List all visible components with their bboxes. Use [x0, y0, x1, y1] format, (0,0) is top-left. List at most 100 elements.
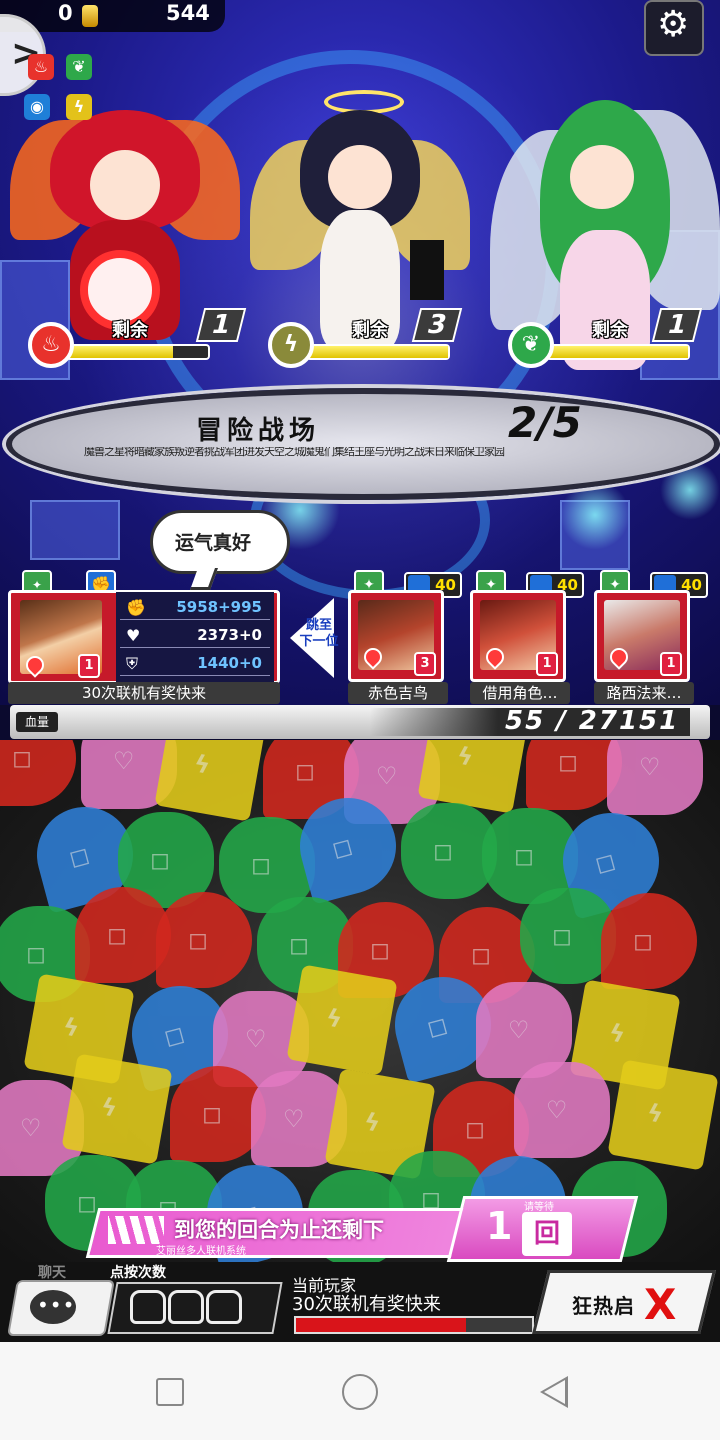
- pink-orb-glyph: ♡: [113, 747, 135, 775]
- green-orb-glyph: ◻: [251, 851, 271, 879]
- teammate-name: 赤色吉鸟: [348, 682, 448, 704]
- defense-value: 1440+0: [197, 654, 262, 672]
- boss-3-hp-fill: [548, 346, 688, 358]
- home-icon[interactable]: [342, 1374, 378, 1410]
- pink-orb-glyph: ♡: [245, 1025, 267, 1053]
- turn-banner-text: 到您的回合为止还剩下: [174, 1218, 384, 1242]
- pink-orb-glyph: ♡: [376, 762, 398, 790]
- leaf-icon: ❦: [66, 54, 92, 80]
- green-orb-glyph: ◻: [514, 842, 534, 870]
- blue-orb-glyph: ◻: [423, 1010, 451, 1043]
- shield-icon: ⛨: [126, 654, 139, 673]
- teammate-level-badge: 3: [414, 652, 436, 676]
- pink-orb-glyph: ♡: [283, 1105, 305, 1133]
- red-orb-glyph: ◻: [107, 921, 127, 949]
- remaining-count: 3: [411, 308, 463, 342]
- tap-hand-icon: [130, 1290, 166, 1324]
- pink-orb[interactable]: ♡: [607, 740, 703, 815]
- remaining-count: 1: [195, 308, 247, 342]
- leaf-icon: ❦: [508, 322, 554, 368]
- current-player-card[interactable]: ✦ ✊ 1 ✊ 5958+995 ♥ 2373+0 ⛨ 1440+0 30次联机…: [8, 570, 283, 704]
- blue-orb-glyph: ◻: [591, 846, 619, 879]
- yellow-orb-glyph: ϟ: [454, 741, 476, 772]
- lightning-icon: ϟ: [66, 94, 92, 120]
- red-orb-glyph: ◻: [370, 936, 390, 964]
- frenzy-label: 狂热启: [572, 1294, 635, 1318]
- timer-fill: [296, 1318, 466, 1332]
- blue-orb-glyph: ◻: [65, 840, 93, 873]
- boss-1-hp-bar: ♨ 剩余 1: [28, 308, 247, 368]
- stage-progress: 2/5: [508, 398, 582, 447]
- yellow-orb-glyph: ϟ: [191, 749, 213, 780]
- pink-orb-glyph: ♡: [639, 753, 661, 781]
- puzzle-board[interactable]: ◻ ♡ ϟ ◻ ♡ ϟ ◻ ♡ ◻ ◻ ◻ ◻ ◻ ◻ ◻ ◻ ◻ ◻ ◻ ◻ ◻ ◻ ◻ ϟ ◻ ♡ ϟ ◻ ♡ ϟ ♡ ϟ ◻ ♡ ϟ ◻ ♡ ϟ ◻ ◻…: [0, 740, 720, 1270]
- green-orb-glyph: ◻: [26, 940, 46, 968]
- turn-count: 1: [486, 1204, 513, 1248]
- lightning-icon: ϟ: [268, 322, 314, 368]
- pink-orb-glyph: ♡: [546, 1096, 568, 1124]
- yellow-orb-glyph: ϟ: [98, 1092, 120, 1123]
- bg-block: [30, 500, 120, 560]
- turn-unit: 回: [522, 1212, 572, 1256]
- red-orb[interactable]: ◻: [0, 740, 76, 806]
- current-player-timer-bar: [294, 1316, 534, 1334]
- red-orb[interactable]: ◻: [156, 892, 252, 988]
- stage-banner: [6, 388, 720, 500]
- green-orb-glyph: ◻: [552, 922, 572, 950]
- banner-stripes: [108, 1216, 164, 1244]
- player-name: 30次联机有奖快来: [8, 682, 280, 704]
- stage-title: 冒险战场: [196, 416, 321, 446]
- team-hp-label: 血量: [16, 712, 58, 732]
- red-orb[interactable]: ◻: [601, 893, 697, 989]
- green-orb-glyph: ◻: [289, 931, 309, 959]
- water-icon: ◉: [24, 94, 50, 120]
- green-orb-glyph: ◻: [150, 846, 170, 874]
- team-hp-value: 55 / 27151: [505, 706, 680, 736]
- yellow-orb-glyph: ϟ: [323, 1003, 345, 1034]
- pink-orb-glyph: ♡: [20, 1114, 42, 1142]
- yellow-orb[interactable]: ϟ: [154, 740, 266, 822]
- coin-count: 544: [166, 1, 210, 25]
- fire-icon: ♨: [28, 322, 74, 368]
- teammate-level-badge: 1: [660, 652, 682, 676]
- red-orb-glyph: ◻: [471, 941, 491, 969]
- coin-icon: [82, 5, 98, 27]
- yellow-orb-glyph: ϟ: [644, 1098, 666, 1129]
- teammate-card[interactable]: ✦ 40 1 路西法来…: [594, 570, 708, 704]
- teammate-level-badge: 1: [536, 652, 558, 676]
- stage-subtitle: 魔兽之星将暗藏家族叛逆者挑战军团进发天空之城魔鬼们集结王座与光明之战末日来临保卫…: [84, 447, 505, 458]
- yellow-orb[interactable]: ϟ: [61, 1053, 173, 1165]
- red-orb-glyph: ◻: [558, 748, 578, 776]
- gear-icon: ⚙: [657, 4, 690, 45]
- red-orb-glyph: ◻: [465, 1115, 485, 1143]
- settings-button[interactable]: ⚙: [644, 0, 704, 56]
- current-player-name: 30次联机有奖快来: [292, 1294, 441, 1315]
- skip-to-next-label: 跳至 下一位: [299, 618, 339, 649]
- green-orb-glyph: ◻: [77, 1189, 97, 1217]
- defense-row: ⛨ 1440+0: [120, 652, 270, 676]
- stamina-count: 0: [58, 1, 73, 25]
- teammate-card[interactable]: ✦ 40 1 借用角色…: [470, 570, 584, 704]
- remaining-count: 1: [651, 308, 703, 342]
- red-orb-glyph: ◻: [295, 757, 315, 785]
- red-orb-glyph: ◻: [12, 744, 32, 772]
- tap-count-label: 点按次数: [110, 1265, 166, 1281]
- red-orb-glyph: ◻: [188, 926, 208, 954]
- yellow-orb[interactable]: ϟ: [286, 964, 398, 1076]
- tap-hand-icon: [168, 1290, 204, 1324]
- yellow-orb[interactable]: ϟ: [607, 1059, 719, 1171]
- chat-bubble-icon: •••: [30, 1290, 76, 1324]
- blue-orb-glyph: ◻: [328, 831, 356, 864]
- recent-apps-icon[interactable]: [156, 1378, 184, 1406]
- heart-icon: ♥: [126, 626, 141, 645]
- speech-bubble-text: 运气真好: [175, 532, 252, 554]
- hp-row: ♥ 2373+0: [120, 624, 270, 648]
- hp-stat-value: 2373+0: [197, 626, 262, 644]
- boss-1-hp-fill: [68, 346, 173, 358]
- boss-3-hp-bar: ❦ 剩余 1: [508, 308, 703, 368]
- player-level-badge: 1: [78, 654, 100, 678]
- remaining-label: 剩余: [112, 320, 148, 341]
- teammate-card[interactable]: ✦ 40 3 赤色吉鸟: [348, 570, 462, 704]
- teammate-name: 路西法来…: [594, 682, 694, 704]
- pink-orb[interactable]: ♡: [514, 1062, 610, 1158]
